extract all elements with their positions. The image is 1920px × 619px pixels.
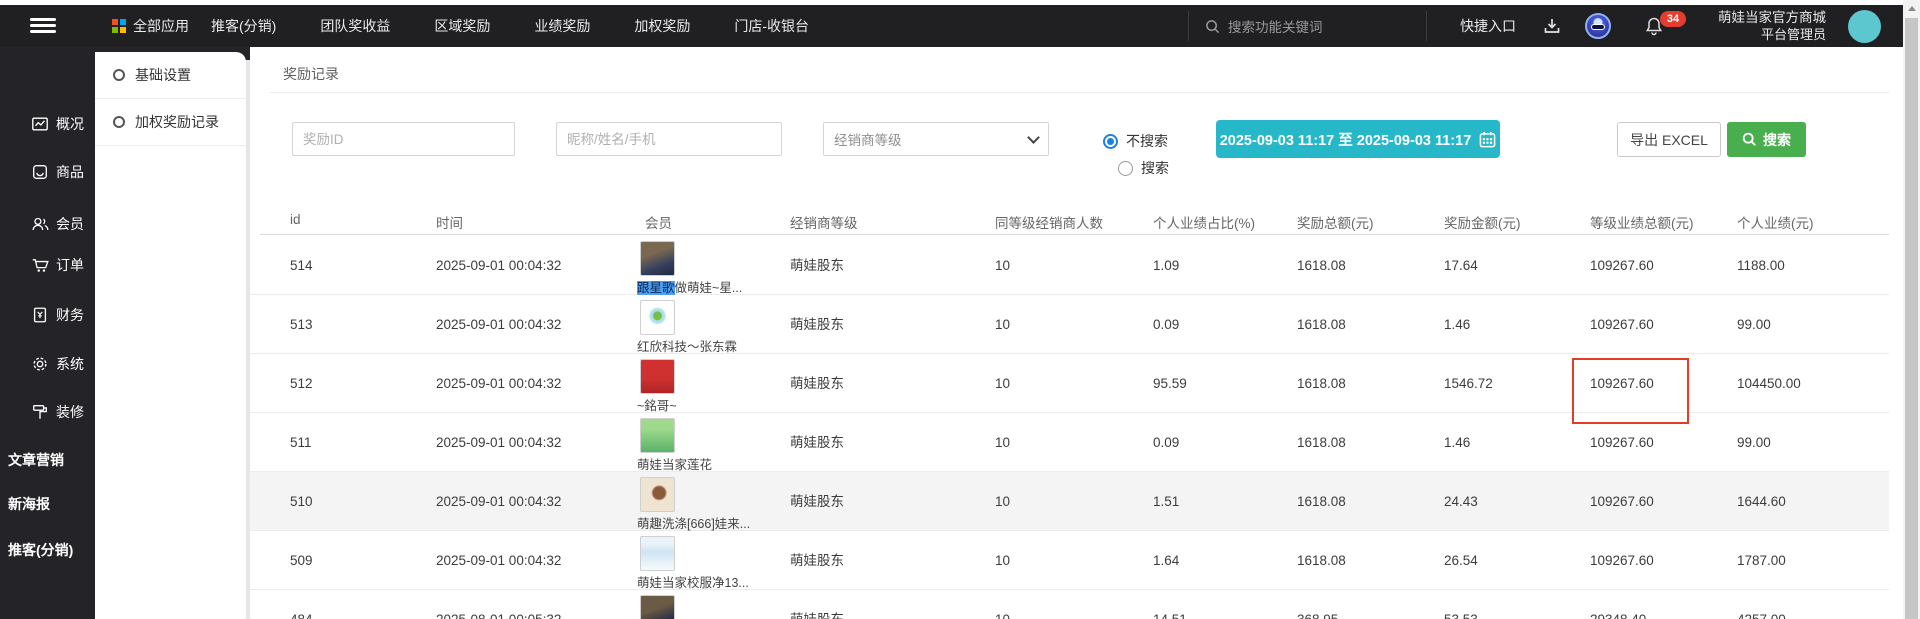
user-role: 平台管理员 — [1656, 26, 1826, 43]
global-search-placeholder: 搜索功能关键词 — [1228, 16, 1323, 36]
apps-grid-icon — [112, 19, 126, 33]
submenu-panel: 基础设置 加权奖励记录 — [95, 52, 246, 619]
topnav: 推客(分销) 团队奖收益 区域奖励 业绩奖励 加权奖励 门店-收银台 — [211, 5, 809, 47]
member-avatar — [640, 595, 675, 619]
robot-visor — [1591, 24, 1605, 30]
radio-search[interactable]: 搜索 — [1118, 158, 1169, 178]
sidebar-item-new-poster[interactable]: 新海报 — [0, 491, 95, 517]
member-avatar — [640, 477, 675, 512]
col-header-total: 奖励总额(元) — [1297, 212, 1374, 232]
member-avatar — [640, 300, 675, 335]
radio-circle-icon — [113, 116, 125, 128]
submenu-item-weighted-reward-records[interactable]: 加权奖励记录 — [95, 99, 246, 146]
table-row[interactable]: 514 2025-09-01 00:04:32 跟星歌做萌娃~星... 萌娃股东… — [250, 236, 1889, 295]
col-header-level: 经销商等级 — [790, 212, 858, 232]
sidebar-item-decorate[interactable]: 装修 — [0, 399, 95, 425]
member-avatar — [640, 418, 675, 453]
col-header-member: 会员 — [645, 212, 672, 232]
member-avatar — [640, 359, 675, 394]
col-header-time: 时间 — [436, 212, 463, 232]
radio-unselected-icon — [1118, 161, 1133, 176]
topnav-item-region-reward[interactable]: 区域奖励 — [434, 16, 490, 36]
date-range-text: 2025-09-03 11:17 至 2025-09-03 11:17 — [1220, 129, 1472, 150]
sidebar-item-overview[interactable]: 概况 — [0, 111, 95, 137]
paint-roller-icon — [30, 402, 50, 422]
sidebar-item-goods[interactable]: 商品 — [0, 159, 95, 185]
table-header: id 时间 会员 经销商等级 同等级经销商人数 个人业绩占比(%) 奖励总额(元… — [250, 208, 1889, 234]
sidebar-item-tuike-distribution[interactable]: 推客(分销) — [0, 537, 95, 563]
account-info[interactable]: 萌娃当家官方商城 平台管理员 — [1656, 9, 1826, 43]
topnav-all-apps[interactable]: 全部应用 — [112, 5, 189, 47]
col-header-id: id — [290, 212, 301, 227]
quick-entry-button[interactable]: 快捷入口 — [1460, 5, 1516, 47]
table-header-divider — [260, 234, 1889, 235]
page-title: 奖励记录 — [283, 64, 339, 84]
calendar-icon — [1479, 131, 1496, 148]
nickname-input[interactable] — [556, 122, 782, 156]
admin-screen: 全部应用 推客(分销) 团队奖收益 区域奖励 业绩奖励 加权奖励 门店-收银台 … — [0, 0, 1920, 619]
sidebar-item-orders[interactable]: 订单 — [0, 252, 95, 278]
dealer-level-select[interactable]: 经销商等级 — [823, 122, 1049, 156]
annotation-red-box — [1572, 358, 1689, 424]
scrollbar-up-arrow[interactable] — [1903, 0, 1920, 17]
sidebar-item-finance[interactable]: 财务 — [0, 302, 95, 328]
topnav-item-team-reward[interactable]: 团队奖收益 — [320, 16, 390, 36]
table-row[interactable]: 484 2025-08-01 00:05:32 萌娃股东 10 14.51 36… — [250, 590, 1889, 619]
member-avatar — [640, 536, 675, 571]
search-icon — [1742, 132, 1757, 147]
orders-cart-icon — [30, 255, 50, 275]
goods-icon — [30, 162, 50, 182]
sidebar-item-article-marketing[interactable]: 文章营销 — [0, 447, 95, 473]
search-icon — [1205, 19, 1220, 34]
member-avatar — [640, 241, 675, 276]
download-icon[interactable] — [1540, 14, 1564, 38]
col-header-count: 同等级经销商人数 — [995, 212, 1103, 232]
dealer-level-placeholder: 经销商等级 — [834, 129, 902, 149]
chevron-down-icon — [1027, 131, 1040, 144]
sidebar-item-system[interactable]: 系统 — [0, 351, 95, 377]
col-header-personal: 个人业绩(元) — [1737, 212, 1814, 232]
topnav-item-tuike[interactable]: 推客(分销) — [211, 16, 276, 36]
submenu-item-basic-settings[interactable]: 基础设置 — [95, 52, 246, 99]
col-header-amount: 奖励金额(元) — [1444, 212, 1521, 232]
title-divider — [270, 92, 1889, 93]
topnav-item-weighted-reward[interactable]: 加权奖励 — [634, 16, 690, 36]
shop-name: 萌娃当家官方商城 — [1656, 9, 1826, 26]
vertical-scrollbar[interactable] — [1903, 0, 1920, 619]
scrollbar-thumb[interactable] — [1905, 18, 1918, 619]
hamburger-menu-icon[interactable] — [30, 15, 56, 37]
table-row[interactable]: 509 2025-09-01 00:04:32 萌娃当家校服净13... 萌娃股… — [250, 531, 1889, 590]
all-apps-label: 全部应用 — [133, 16, 189, 36]
members-icon — [30, 214, 50, 234]
topbar-divider — [1426, 11, 1427, 41]
date-range-button[interactable]: 2025-09-03 11:17 至 2025-09-03 11:17 — [1216, 120, 1500, 158]
radio-no-search[interactable]: 不搜索 — [1103, 131, 1168, 151]
finance-icon — [30, 305, 50, 325]
sidebar-item-members[interactable]: 会员 — [0, 211, 95, 237]
selected-text: 跟星歌 — [637, 281, 675, 295]
table-row-highlighted[interactable]: 510 2025-09-01 00:04:32 萌趣洗涤[666]娃来... 萌… — [250, 472, 1889, 531]
radio-selected-icon — [1103, 134, 1118, 149]
radio-circle-icon — [113, 69, 125, 81]
search-button[interactable]: 搜索 — [1727, 122, 1806, 157]
reward-id-input[interactable] — [292, 122, 515, 156]
topbar: 全部应用 推客(分销) 团队奖收益 区域奖励 业绩奖励 加权奖励 门店-收银台 … — [0, 5, 1903, 47]
export-excel-button[interactable]: 导出 EXCEL — [1617, 122, 1721, 157]
assistant-robot-icon[interactable] — [1585, 13, 1611, 39]
overview-icon — [30, 114, 50, 134]
system-gear-icon — [30, 354, 50, 374]
col-header-level-total: 等级业绩总额(元) — [1590, 212, 1694, 232]
col-header-ratio: 个人业绩占比(%) — [1153, 212, 1255, 232]
sidebar: 概况 商品 会员 订单 财务 系统 装修 文章营销 新海报 — [0, 47, 95, 619]
topbar-divider — [1188, 11, 1189, 41]
topnav-item-store-cashier[interactable]: 门店-收银台 — [734, 16, 809, 36]
global-search-input[interactable]: 搜索功能关键词 — [1205, 5, 1323, 47]
table-row[interactable]: 513 2025-09-01 00:04:32 红欣科技～张东霖 萌娃股东 10… — [250, 295, 1889, 354]
topnav-item-performance-reward[interactable]: 业绩奖励 — [534, 16, 590, 36]
avatar[interactable] — [1848, 10, 1881, 43]
